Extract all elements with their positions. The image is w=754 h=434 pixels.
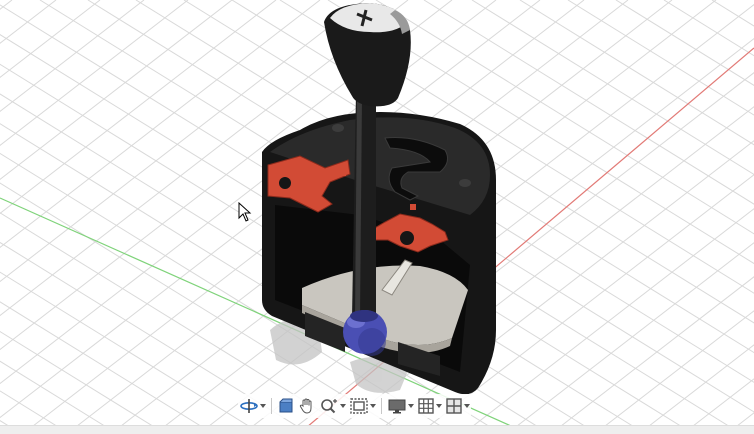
grid-line: [0, 0, 145, 112]
orbit-dropdown-icon[interactable]: [260, 404, 266, 408]
section-hole-right: [400, 231, 414, 245]
viewports-icon: [446, 398, 462, 414]
orbit-tool[interactable]: [238, 395, 267, 417]
grid-line: [0, 271, 261, 433]
grid-line: [0, 0, 189, 146]
grid-line: [0, 0, 101, 78]
grid-line: [0, 241, 309, 433]
grid-settings-icon: [418, 398, 434, 414]
grid-line: [711, 0, 754, 27]
section-tab-1: [340, 170, 346, 176]
grid-line: [0, 301, 213, 433]
pan-hand-icon: [299, 398, 312, 414]
display-settings-tool[interactable]: [386, 395, 415, 417]
fit-dropdown-icon[interactable]: [370, 404, 376, 408]
fit-tool[interactable]: [348, 395, 377, 417]
display-settings-icon: [388, 399, 406, 414]
look-at-icon: [279, 398, 293, 413]
grid-line: [507, 242, 754, 433]
mouse-cursor-icon: [238, 201, 252, 226]
display-dropdown-icon[interactable]: [408, 404, 414, 408]
pan-tool[interactable]: [297, 395, 317, 417]
zoom-icon: [321, 399, 337, 414]
grid-line: [0, 420, 21, 433]
ball-joint-shade: [358, 328, 386, 356]
section-tab-2: [410, 204, 416, 210]
toolbar-divider: [381, 398, 382, 414]
grid-line: [463, 208, 754, 433]
grid-line: [0, 360, 117, 433]
grid-settings-tool[interactable]: [416, 395, 443, 417]
fit-window-icon: [350, 398, 368, 414]
viewports-dropdown-icon[interactable]: [464, 404, 470, 408]
grid-line: [0, 0, 57, 44]
zoom-dropdown-icon[interactable]: [340, 404, 346, 408]
navigation-toolbar: [238, 394, 471, 418]
ball-collar: [350, 310, 378, 322]
grid-line: [639, 344, 754, 433]
grid-line: [0, 330, 165, 433]
viewports-tool[interactable]: [444, 395, 471, 417]
section-hole-left: [279, 177, 291, 189]
toolbar-divider: [271, 398, 272, 414]
marking-1: [332, 124, 344, 132]
grid-line: [471, 0, 754, 176]
3d-viewport[interactable]: [0, 0, 754, 433]
orbit-icon: [240, 399, 258, 413]
look-at-tool[interactable]: [276, 395, 296, 417]
viewport-canvas[interactable]: [0, 0, 754, 433]
grid-dropdown-icon[interactable]: [436, 404, 442, 408]
marking-2: [459, 179, 471, 187]
zoom-tool[interactable]: [318, 395, 347, 417]
